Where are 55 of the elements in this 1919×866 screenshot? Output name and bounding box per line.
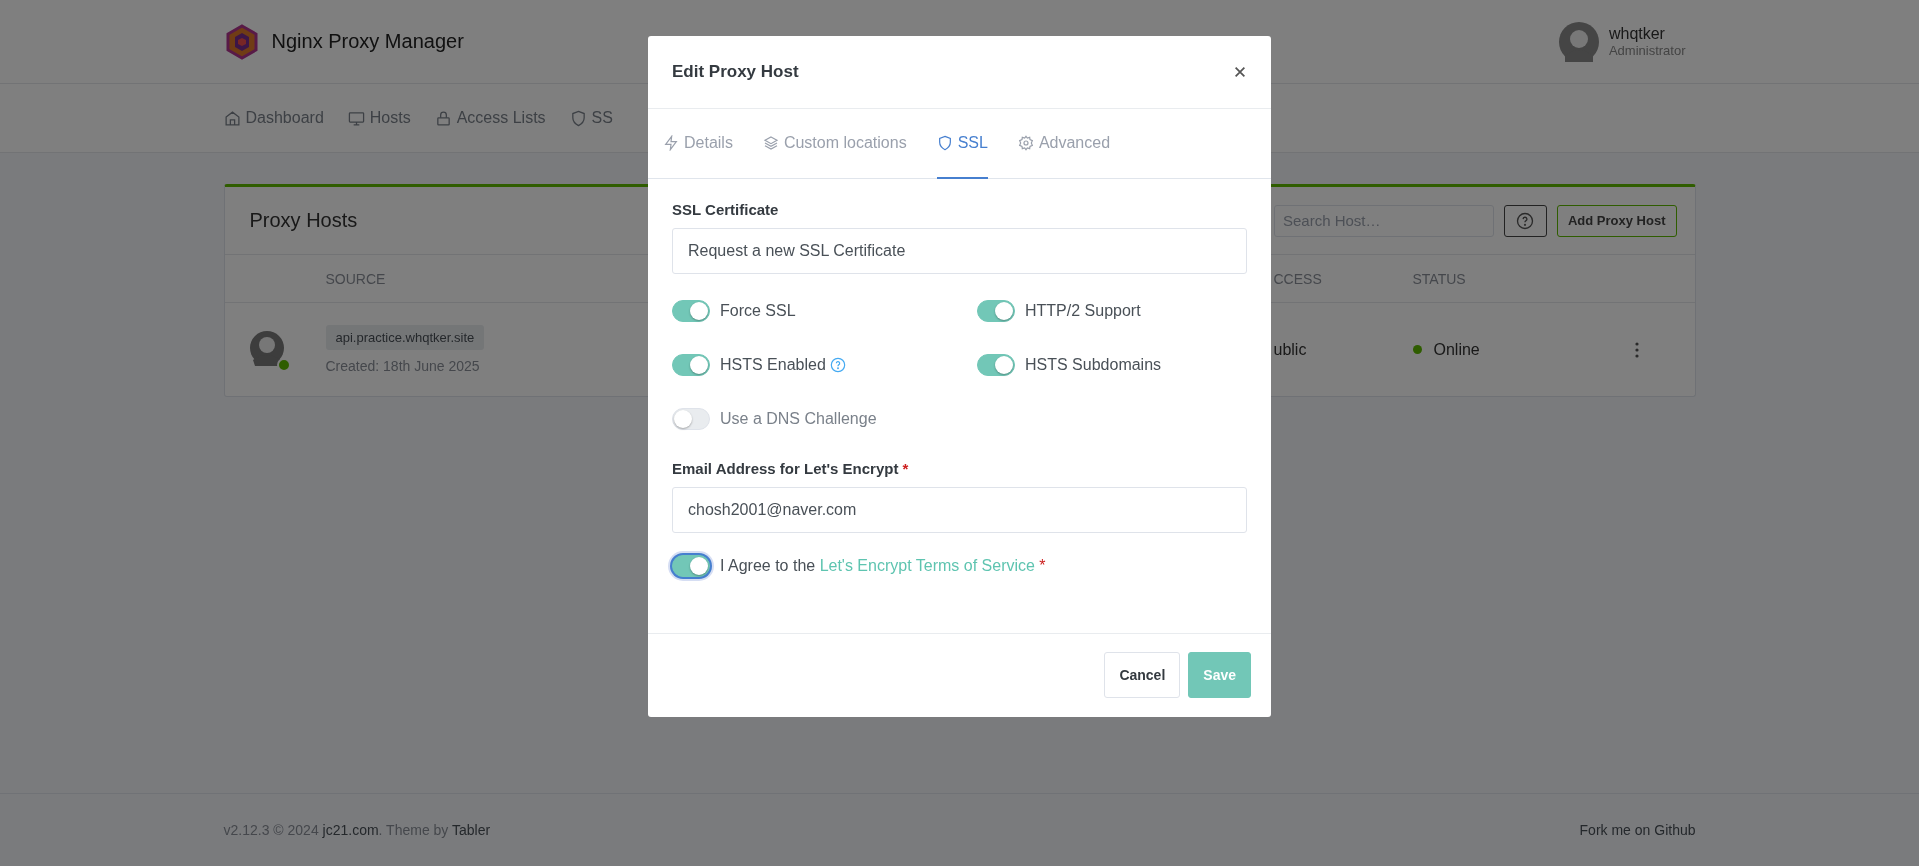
more-icon[interactable] xyxy=(1634,341,1639,358)
monitor-icon xyxy=(347,109,365,127)
shield-icon xyxy=(936,135,953,151)
column-header: CCESS xyxy=(1273,270,1323,287)
help-icon[interactable] xyxy=(829,357,846,373)
tab[interactable]: SSL xyxy=(936,109,988,179)
save-button[interactable]: Save xyxy=(1188,652,1251,698)
column-header: SOURCE xyxy=(325,270,387,287)
layers-icon xyxy=(762,135,779,151)
github-link[interactable]: Fork me on Github xyxy=(1579,822,1696,838)
nav-link[interactable]: SS xyxy=(569,109,613,127)
status-text: Online xyxy=(1433,340,1480,359)
dialog-title: Edit Proxy Host xyxy=(672,62,799,82)
settings-icon xyxy=(1017,135,1034,151)
close-icon[interactable] xyxy=(1233,65,1247,79)
toggle-label: Use a DNS Challenge xyxy=(720,410,877,428)
nav-link[interactable]: Access Lists xyxy=(434,109,546,127)
toggle-label: HTTP/2 Support xyxy=(1025,302,1141,320)
field-label: Email Address for Let's Encrypt * xyxy=(672,460,910,477)
shield-icon xyxy=(569,109,587,127)
footer-link[interactable]: jc21.com xyxy=(322,822,379,838)
question-icon xyxy=(1516,211,1535,230)
add-proxy-host-button[interactable]: Add Proxy Host xyxy=(1557,204,1677,237)
toggle-switch[interactable] xyxy=(672,354,710,376)
created-date: Created: 18th June 2025 xyxy=(325,358,480,374)
toggle-label: HSTS Enabled xyxy=(720,356,826,374)
tab[interactable]: Custom locations xyxy=(762,109,907,179)
user-role: Administrator xyxy=(1608,43,1686,58)
domain-tag: api.practice.whqtker.site xyxy=(325,325,485,350)
card-title: Proxy Hosts xyxy=(249,209,358,232)
terms-link[interactable]: Let's Encrypt Terms of Service xyxy=(819,557,1035,574)
email-field[interactable]: chosh2001@naver.com xyxy=(672,487,1247,533)
lock-icon xyxy=(434,109,452,127)
tab[interactable]: Details xyxy=(663,109,733,179)
nav-link[interactable]: Hosts xyxy=(347,109,411,127)
footer-link[interactable]: Tabler xyxy=(452,822,491,838)
agree-text: I Agree to the Let's Encrypt Terms of Service * xyxy=(720,557,1046,575)
cancel-button[interactable]: Cancel xyxy=(1104,652,1181,698)
lightning-icon xyxy=(663,135,679,151)
column-header: STATUS xyxy=(1412,270,1467,287)
table-cell-text: ublic xyxy=(1273,340,1308,359)
toggle-switch[interactable] xyxy=(977,300,1015,322)
nav-link[interactable]: Dashboard xyxy=(223,109,324,127)
toggle-label: HSTS Subdomains xyxy=(1025,356,1162,374)
toggle-switch[interactable] xyxy=(672,300,710,322)
app-title: Nginx Proxy Manager xyxy=(271,30,464,53)
certificate-select[interactable]: Request a new SSL Certificate xyxy=(672,228,1247,274)
field-label: SSL Certificate xyxy=(672,201,780,218)
tab[interactable]: Advanced xyxy=(1017,109,1111,179)
home-icon xyxy=(223,109,241,127)
user-name: whqtker xyxy=(1608,25,1666,43)
toggle-label: Force SSL xyxy=(720,302,796,320)
user-avatar-icon[interactable] xyxy=(1558,21,1599,62)
help-button[interactable] xyxy=(1504,204,1547,237)
toggle-switch[interactable] xyxy=(977,354,1015,376)
